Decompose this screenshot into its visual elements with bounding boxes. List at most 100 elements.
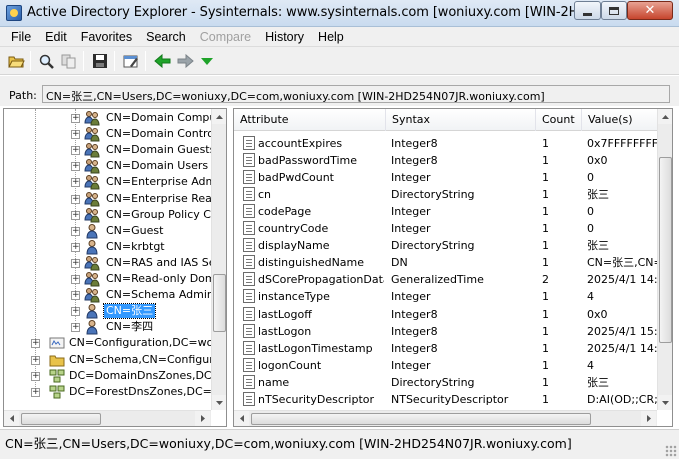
scroll-right-icon[interactable] xyxy=(195,411,210,426)
tree-item-label[interactable]: CN=张三 xyxy=(102,303,157,320)
tree-item-label[interactable]: CN=Group Policy Creator xyxy=(104,208,226,222)
expand-icon[interactable]: + xyxy=(31,387,40,397)
menu-compare[interactable]: Compare xyxy=(193,30,258,44)
expand-icon[interactable]: + xyxy=(71,291,80,301)
tree-item-label[interactable]: CN=RAS and IAS Servers xyxy=(104,256,226,270)
table-row[interactable]: instanceType Integer 1 4 xyxy=(234,288,659,305)
tree-item[interactable]: + CN=Enterprise Admins xyxy=(4,174,226,190)
maximize-button[interactable] xyxy=(601,1,627,20)
table-row[interactable]: codePage Integer 1 0 xyxy=(234,203,659,220)
tree-item[interactable]: + CN=Domain Guests xyxy=(4,142,215,158)
tree-item-label[interactable]: CN=Enterprise Admins xyxy=(104,175,226,189)
scroll-down-icon[interactable] xyxy=(212,395,226,410)
tree-hscroll-thumb[interactable] xyxy=(21,413,101,425)
tree-item[interactable]: + CN=Domain Controllers xyxy=(4,126,226,142)
tree-item-label[interactable]: CN=Domain Guests xyxy=(104,143,217,157)
table-row[interactable]: name DirectoryString 1 张三 xyxy=(234,374,659,391)
tree-item-label[interactable]: CN=Domain Controllers xyxy=(104,127,226,141)
tree-item[interactable]: + CN=Group Policy Creator xyxy=(4,207,226,223)
table-row[interactable]: badPasswordTime Integer8 1 0x0 xyxy=(234,152,659,169)
tree-item-label[interactable]: CN=Configuration,DC=woniuxy xyxy=(67,336,226,350)
table-row[interactable]: displayName DirectoryString 1 张三 xyxy=(234,237,659,254)
menu-search[interactable]: Search xyxy=(139,30,193,44)
menu-help[interactable]: Help xyxy=(311,30,351,44)
tree-item-label[interactable]: CN=Domain Users xyxy=(104,159,210,173)
tree-item[interactable]: + CN=张三 xyxy=(4,303,211,320)
tree-item[interactable]: + CN=RAS and IAS Servers xyxy=(4,255,226,271)
properties-icon[interactable] xyxy=(122,52,140,70)
table-row[interactable]: badPwdCount Integer 1 0 xyxy=(234,169,659,186)
table-row[interactable]: logonCount Integer 1 4 xyxy=(234,357,659,374)
table-row[interactable]: distinguishedName DN 1 CN=张三,CN=Users xyxy=(234,254,659,271)
tree-item[interactable]: + CN=Configuration,DC=woniuxy xyxy=(4,335,226,351)
expand-icon[interactable]: + xyxy=(71,307,80,317)
table-row[interactable]: lastLogonTimestamp Integer8 1 2025/4/1 14:3 xyxy=(234,340,659,357)
tree-item-label[interactable]: CN=李四 xyxy=(104,320,155,334)
expand-icon[interactable]: + xyxy=(71,258,80,268)
tree-item-label[interactable]: CN=Schema Admins xyxy=(104,288,222,302)
column-syntax[interactable]: Syntax xyxy=(386,109,536,131)
tree-item[interactable]: + DC=ForestDnsZones,DC=woniuxy xyxy=(4,384,226,400)
expand-icon[interactable]: + xyxy=(31,371,40,381)
expand-icon[interactable]: + xyxy=(71,130,80,140)
grid-hscroll-thumb[interactable] xyxy=(251,413,591,425)
tree-item-label[interactable]: DC=DomainDnsZones,DC=woniuxy xyxy=(67,369,226,383)
attribute-grid[interactable]: Attribute Syntax Count Value(s) accountE… xyxy=(233,108,673,427)
tree-horizontal-scrollbar[interactable] xyxy=(4,410,211,426)
tree-item[interactable]: + CN=Schema Admins xyxy=(4,287,220,303)
expand-icon[interactable]: + xyxy=(71,114,80,123)
tree-item[interactable]: + CN=李四 xyxy=(4,319,211,335)
tree-item[interactable]: + CN=Enterprise Read-only xyxy=(4,191,226,207)
expand-icon[interactable]: + xyxy=(71,323,80,333)
tree-item[interactable]: + DC=DomainDnsZones,DC=woniuxy xyxy=(4,368,226,384)
column-count[interactable]: Count xyxy=(536,109,582,131)
tree-item[interactable]: + CN=Guest xyxy=(4,223,211,239)
expand-icon[interactable]: + xyxy=(31,339,40,349)
column-values[interactable]: Value(s) xyxy=(582,109,660,131)
grid-scroll-thumb[interactable] xyxy=(659,157,672,343)
tree-item-label[interactable]: DC=ForestDnsZones,DC=woniuxy xyxy=(67,385,226,399)
tree-scroll-thumb[interactable] xyxy=(213,274,226,332)
scroll-up-icon[interactable] xyxy=(658,109,672,124)
expand-icon[interactable]: + xyxy=(71,178,80,188)
menu-file[interactable]: File xyxy=(4,30,38,44)
expand-icon[interactable]: + xyxy=(71,210,80,220)
tree-item-label[interactable]: CN=Domain Computers xyxy=(104,111,226,125)
scroll-up-icon[interactable] xyxy=(212,109,226,124)
grid-vertical-scrollbar[interactable] xyxy=(657,109,672,410)
forward-arrow-icon[interactable] xyxy=(176,52,194,70)
expand-icon[interactable]: + xyxy=(71,146,80,156)
table-row[interactable]: countryCode Integer 1 0 xyxy=(234,220,659,237)
tree-item-label[interactable]: CN=Enterprise Read-only xyxy=(104,192,226,206)
scroll-down-icon[interactable] xyxy=(658,395,672,410)
tree-item[interactable]: + CN=Schema,CN=Configuration xyxy=(4,352,226,368)
tree-item[interactable]: + CN=Domain Computers xyxy=(4,110,226,126)
expand-icon[interactable]: + xyxy=(71,226,80,236)
tree-item[interactable]: + CN=Read-only Domain xyxy=(4,271,226,287)
table-row[interactable]: lastLogoff Integer8 1 0x0 xyxy=(234,306,659,323)
scroll-left-icon[interactable] xyxy=(4,411,19,426)
tree-item[interactable]: + CN=Domain Users xyxy=(4,158,211,174)
resize-grip-icon[interactable] xyxy=(665,445,677,457)
expand-icon[interactable]: + xyxy=(71,242,80,252)
back-arrow-icon[interactable] xyxy=(153,52,171,70)
tree-item-label[interactable]: CN=Read-only Domain xyxy=(104,272,226,286)
menu-favorites[interactable]: Favorites xyxy=(74,30,139,44)
tree-pane[interactable]: + CN=Domain Computers + CN=Domain Controlle… xyxy=(3,108,227,427)
search-icon[interactable] xyxy=(37,52,55,70)
history-dropdown-icon[interactable] xyxy=(198,52,216,70)
grid-horizontal-scrollbar[interactable] xyxy=(234,410,657,426)
table-row[interactable]: cn DirectoryString 1 张三 xyxy=(234,186,659,203)
table-row[interactable]: lastLogon Integer8 1 2025/4/1 15:1 xyxy=(234,323,659,340)
save-icon[interactable] xyxy=(91,52,109,70)
column-attribute[interactable]: Attribute xyxy=(234,109,386,131)
minimize-button[interactable] xyxy=(574,1,601,20)
expand-icon[interactable]: + xyxy=(31,355,40,365)
tree-vertical-scrollbar[interactable] xyxy=(211,109,226,410)
table-row[interactable]: accountExpires Integer8 1 0x7FFFFFFFFFFFFFF… xyxy=(234,135,659,152)
expand-icon[interactable]: + xyxy=(71,162,80,172)
table-row[interactable]: dSCorePropagationData GeneralizedTime 2 202… xyxy=(234,271,659,288)
close-button[interactable]: ✕ xyxy=(627,1,673,20)
tree-item[interactable]: + CN=krbtgt xyxy=(4,239,211,255)
compare-icon[interactable] xyxy=(60,52,78,70)
